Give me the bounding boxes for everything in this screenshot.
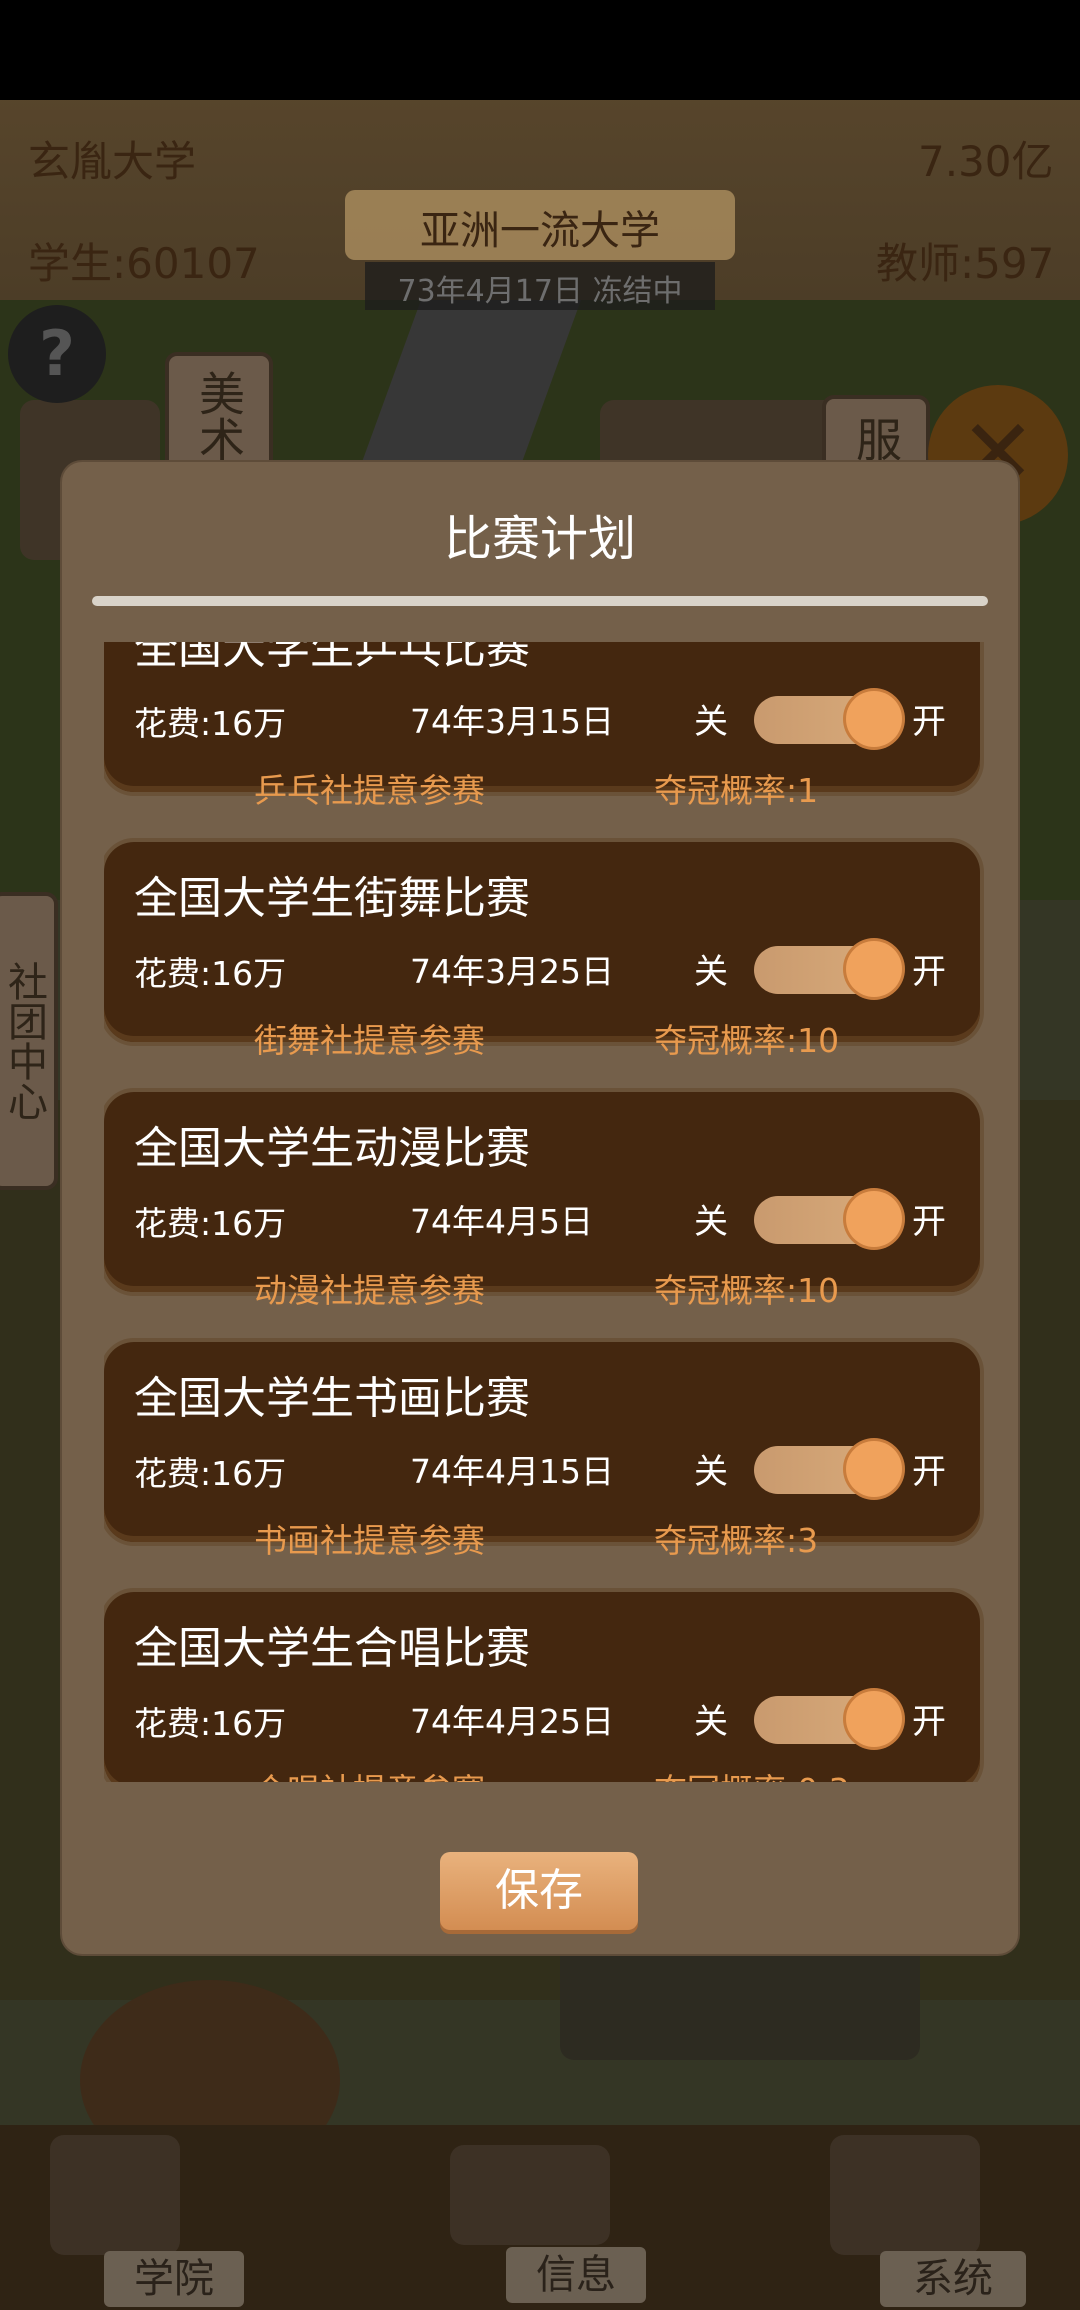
participation-toggle[interactable] [754,1691,902,1747]
competition-plan-dialog: 比赛计划 全国大学生乒乓比赛 花费:16万 74年3月15日 关 开 乒乓社提意… [62,462,1018,1954]
competition-name: 全国大学生街舞比赛 [134,873,530,924]
participation-toggle[interactable] [754,691,902,747]
toggle-off-label: 关 [694,1702,728,1742]
toggle-on-label: 开 [912,1702,946,1742]
participation-toggle[interactable] [754,941,902,997]
toggle-knob [846,941,902,997]
competition-date: 74年3月15日 [410,702,614,741]
competition-list[interactable]: 全国大学生乒乓比赛 花费:16万 74年3月15日 关 开 乒乓社提意参赛 夺冠… [104,642,984,1782]
competition-card: 全国大学生街舞比赛 花费:16万 74年3月25日 关 开 街舞社提意参赛 夺冠… [104,842,980,1060]
toggle-off-label: 关 [694,1452,728,1492]
help-button[interactable]: ? [8,305,106,403]
toggle-knob [846,691,902,747]
competition-date: 74年4月25日 [410,1702,614,1741]
date-status: 73年4月17日 冻结中 [397,274,683,309]
competition-name: 全国大学生合唱比赛 [134,1623,530,1674]
competition-date: 74年3月25日 [410,952,614,991]
competition-name: 全国大学生动漫比赛 [134,1123,530,1174]
competition-card: 全国大学生动漫比赛 花费:16万 74年4月5日 关 开 动漫社提意参赛 夺冠概… [104,1092,980,1310]
teacher-count: 教师:597 [876,239,1055,288]
win-probability: 夺冠概率:10 [654,1271,840,1310]
club-proposal: 乒乓社提意参赛 [254,771,485,810]
club-center-sign[interactable]: 社团中心 [0,892,58,1190]
participation-toggle[interactable] [754,1191,902,1247]
university-name: 玄胤大学 [28,137,197,186]
competition-card: 全国大学生合唱比赛 花费:16万 74年4月25日 关 开 合唱社提意参赛 夺冠… [104,1592,980,1782]
competition-cost: 花费:16万 [134,704,287,743]
competition-cost: 花费:16万 [134,1454,287,1493]
competition-date: 74年4月5日 [410,1202,593,1241]
college-building-icon [50,2135,180,2255]
toggle-off-label: 关 [694,952,728,992]
toggle-on-label: 开 [912,702,946,742]
win-probability: 夺冠概率:1 [654,771,819,810]
win-probability: 夺冠概率:10 [654,1021,840,1060]
win-probability: 夺冠概率:3 [654,1521,819,1560]
competition-cost: 花费:16万 [134,1204,287,1243]
toggle-on-label: 开 [912,1202,946,1242]
win-probability: 夺冠概率:0.3 [654,1764,850,1782]
competition-name: 全国大学生乒乓比赛 [134,642,530,674]
club-proposal: 书画社提意参赛 [254,1521,485,1560]
competition-cost: 花费:16万 [134,954,287,993]
student-count: 学生:60107 [28,239,260,288]
art-building-sign[interactable]: 美术 [165,352,273,480]
dialog-title: 比赛计划 [443,511,636,567]
toggle-knob [846,1191,902,1247]
toggle-off-label: 关 [694,1202,728,1242]
competition-name: 全国大学生书画比赛 [134,1373,530,1424]
title-divider [92,596,988,606]
club-proposal: 合唱社提意参赛 [254,1764,485,1782]
toggle-off-label: 关 [694,702,728,742]
toggle-on-label: 开 [912,1452,946,1492]
book-icon [450,2145,610,2245]
save-button[interactable]: 保存 [440,1852,638,1930]
toggle-knob [846,1441,902,1497]
nav-info-button[interactable]: 信息 [506,2247,646,2303]
bottom-nav: 学院 信息 系统 [0,2125,1080,2310]
competition-date: 74年4月15日 [410,1452,614,1491]
club-proposal: 动漫社提意参赛 [254,1271,485,1310]
participation-toggle[interactable] [754,1441,902,1497]
money-label: 7.30亿 [918,137,1054,186]
club-proposal: 街舞社提意参赛 [254,1021,485,1060]
competition-card: 全国大学生书画比赛 花费:16万 74年4月15日 关 开 书画社提意参赛 夺冠… [104,1342,980,1560]
magnifier-icon [830,2135,980,2255]
competition-card: 全国大学生乒乓比赛 花费:16万 74年3月15日 关 开 乒乓社提意参赛 夺冠… [104,642,980,810]
nav-college-button[interactable]: 学院 [104,2251,244,2307]
toggle-knob [846,1691,902,1747]
toggle-on-label: 开 [912,952,946,992]
rank-title: 亚洲一流大学 [420,208,660,254]
nav-system-button[interactable]: 系统 [880,2251,1026,2307]
status-bar [0,0,1080,100]
competition-cost: 花费:16万 [134,1704,287,1743]
